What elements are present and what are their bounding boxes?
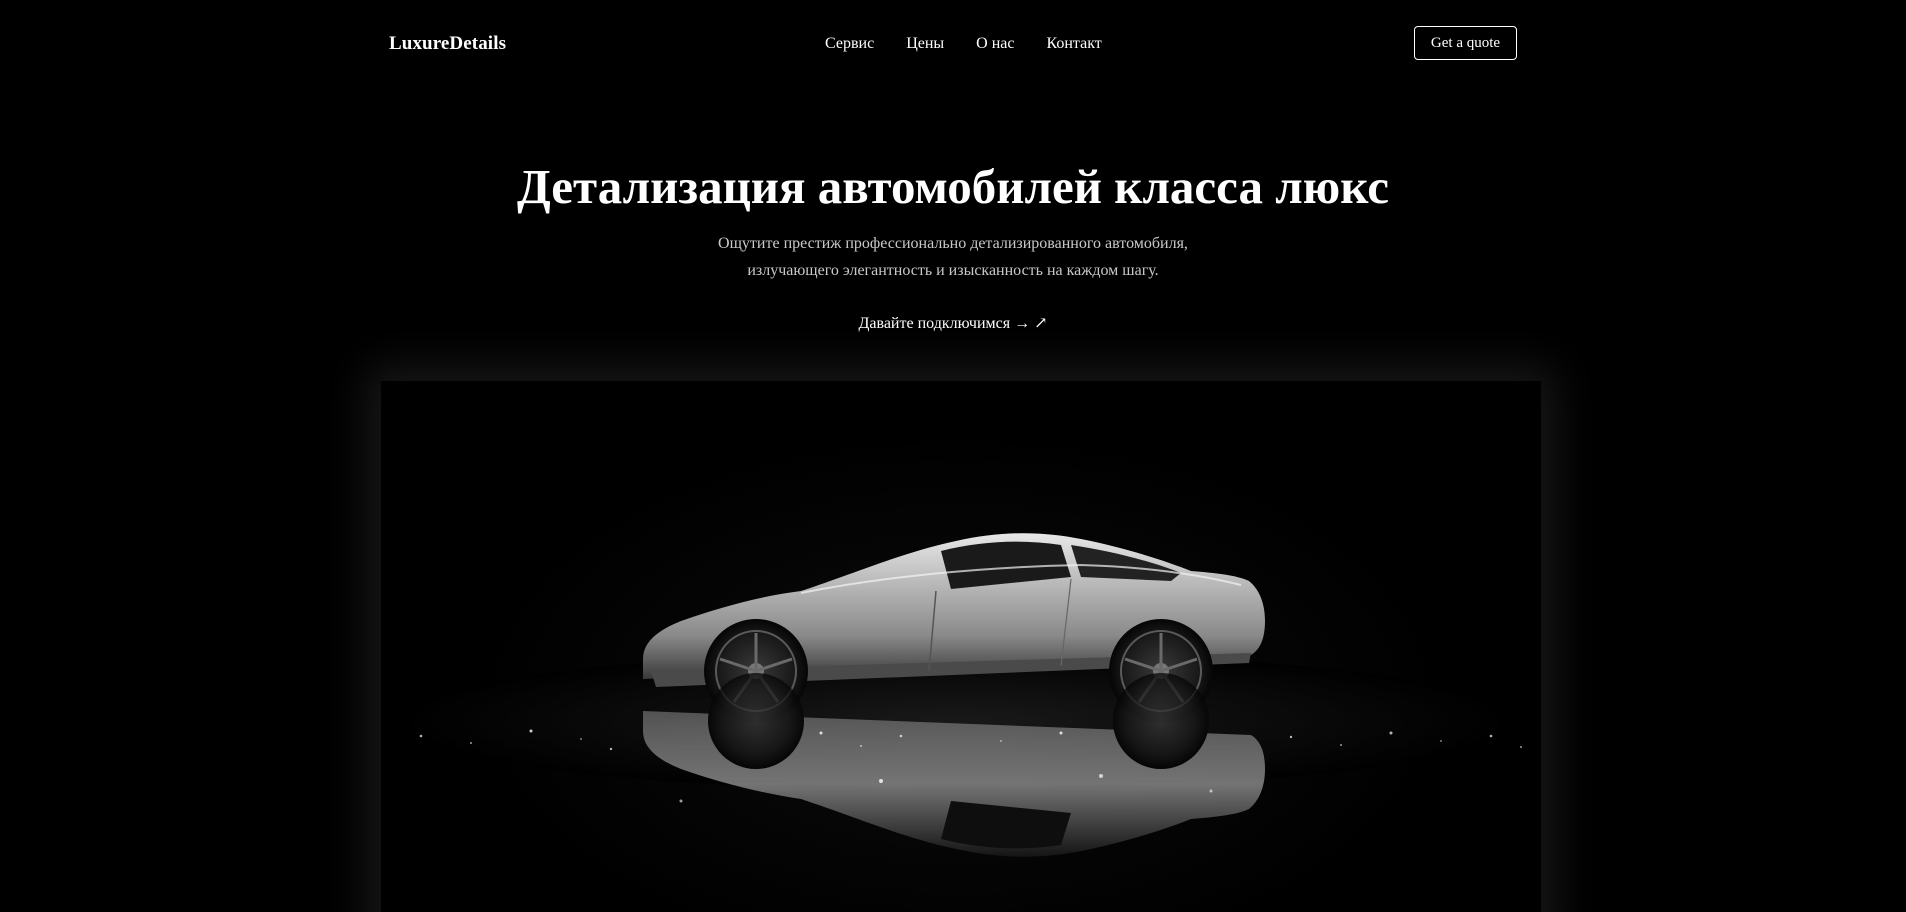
hero-title: Детализация автомобилей класса люкс: [517, 159, 1389, 214]
nav-link-about[interactable]: О нас: [976, 35, 1014, 53]
hero-car-image: [381, 381, 1541, 912]
hero-subtitle: Ощутите престиж профессионально детализи…: [0, 230, 1906, 284]
car-illustration: [396, 533, 1522, 857]
connect-link[interactable]: Давайте подключимся → ↗: [858, 315, 1047, 332]
nav-link-contact[interactable]: Контакт: [1046, 35, 1101, 53]
get-quote-button[interactable]: Get a quote: [1414, 26, 1517, 60]
cta-container: Давайте подключимся → ↗: [0, 313, 1906, 333]
top-nav: LuxureDetails Сервис Цены О нас Контакт …: [389, 0, 1517, 88]
nav-links: Сервис Цены О нас Контакт: [825, 35, 1102, 53]
hero-subtitle-line-2: излучающего элегантность и изысканность …: [747, 262, 1159, 279]
nav-link-service[interactable]: Сервис: [825, 35, 874, 53]
hero-subtitle-line-1: Ощутите престиж профессионально детализи…: [718, 235, 1188, 252]
nav-link-prices[interactable]: Цены: [906, 35, 944, 53]
page: LuxureDetails Сервис Цены О нас Контакт …: [0, 0, 1906, 912]
brand-logo[interactable]: LuxureDetails: [389, 33, 506, 55]
